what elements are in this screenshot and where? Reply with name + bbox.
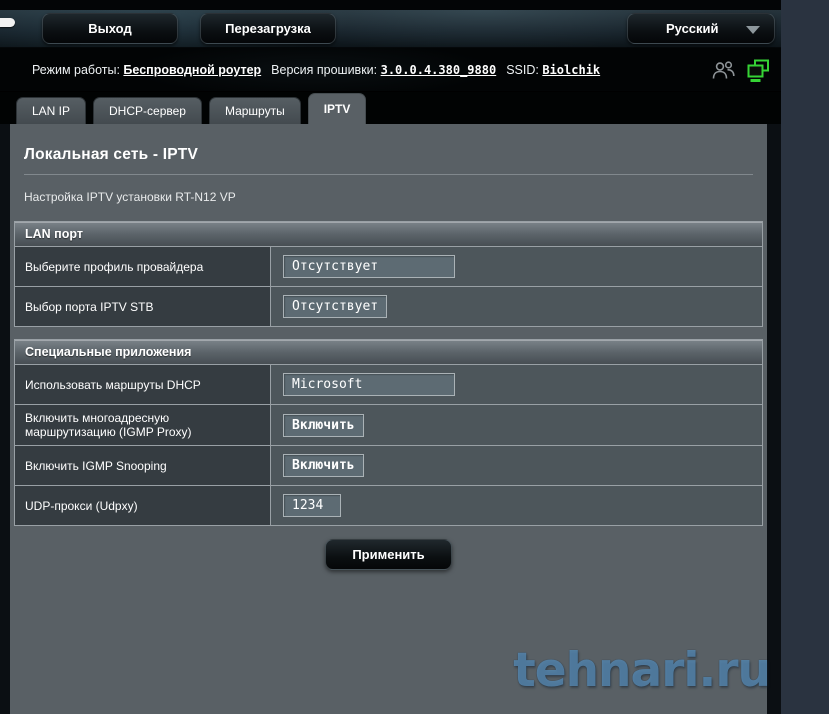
table-row: UDP-прокси (Udpxy) [15,485,762,525]
settings-table: LAN порт Выберите профиль провайдера Отсут… [14,221,763,327]
table-row: Использовать маршруты DHCP Microsoft [15,364,762,404]
table-row: Включить IGMP Snooping Включить [15,445,762,485]
igmp-snooping-toggle[interactable]: Включить [283,454,364,477]
page-subtitle: Настройка IPTV установки RT-N12 VP [24,190,236,204]
setting-value-cell: Отсутствует [270,247,762,286]
section-header: LAN порт [15,222,762,246]
main-column: Выход Перезагрузка Русский Режим работы:… [0,0,781,714]
isp-profile-select[interactable]: Отсутствует [283,255,455,278]
section-header: Специальные приложения [15,340,762,364]
table-row: Выберите профиль провайдера Отсутствует [15,246,762,286]
ssid-label: SSID: [506,63,539,77]
tab-iptv[interactable]: IPTV [307,93,367,124]
table-row: Включить многоадресную маршрутизацию (IG… [15,404,762,445]
setting-label: Включить многоадресную маршрутизацию (IG… [15,405,270,445]
language-select-value: Русский [666,21,719,36]
ssid-link[interactable]: Biolchik [542,63,600,77]
firmware-version-link[interactable]: 3.0.0.4.380_9880 [381,63,497,77]
content-panel: Локальная сеть - IPTV Настройка IPTV уст… [10,124,771,714]
operation-mode-label: Режим работы: [32,63,120,77]
network-map-icon[interactable] [746,58,771,83]
igmp-proxy-toggle[interactable]: Включить [283,413,364,437]
reboot-button[interactable]: Перезагрузка [200,13,336,44]
table-row: Выбор порта IPTV STB Отсутствует [15,286,762,326]
page-title: Локальная сеть - IPTV [24,146,199,163]
tab-strip: LAN IP DHCP-сервер Маршруты IPTV [0,92,781,124]
header-bar: Выход Перезагрузка Русский [0,10,781,48]
apply-button[interactable]: Применить [325,539,452,570]
tab-dhcp-server[interactable]: DHCP-сервер [93,97,202,124]
operation-mode-link[interactable]: Беспроводной роутер [123,63,261,77]
setting-value-cell [270,486,762,525]
setting-value-cell: Отсутствует [270,287,762,326]
firmware-label: Версия прошивки: [271,63,378,77]
udp-proxy-input[interactable] [283,494,341,517]
info-bar: Режим работы: Беспроводной роутер Версия … [0,48,781,92]
setting-label: Выберите профиль провайдера [15,247,270,286]
setting-value-cell: Включить [270,446,762,485]
setting-value-cell: Microsoft [270,365,762,404]
clients-icon[interactable] [711,59,736,81]
settings-tables: LAN порт Выберите профиль провайдера Отсут… [10,204,767,526]
setting-label: Использовать маршруты DHCP [15,365,270,404]
dhcp-routes-select[interactable]: Microsoft [283,373,455,396]
setting-value-cell: Включить [270,405,762,445]
language-select[interactable]: Русский [627,13,775,44]
apply-row: Применить [10,539,767,570]
chevron-down-icon [746,26,760,34]
watermark-text: tehnari.ru [513,643,771,698]
settings-table: Специальные приложения Использовать маршр… [14,339,763,526]
setting-label: UDP-прокси (Udpxy) [15,486,270,525]
logout-button[interactable]: Выход [42,13,178,44]
iptv-stb-port-select[interactable]: Отсутствует [283,295,388,318]
tab-routes[interactable]: Маршруты [208,97,301,124]
setting-label: Включить IGMP Snooping [15,446,270,485]
asus-logo-fragment-icon [0,18,15,27]
tab-lan-ip[interactable]: LAN IP [16,97,87,124]
top-bar [0,0,781,10]
info-bar-icons [711,48,771,92]
setting-label: Выбор порта IPTV STB [15,287,270,326]
router-admin-window: Выход Перезагрузка Русский Режим работы:… [0,0,829,714]
